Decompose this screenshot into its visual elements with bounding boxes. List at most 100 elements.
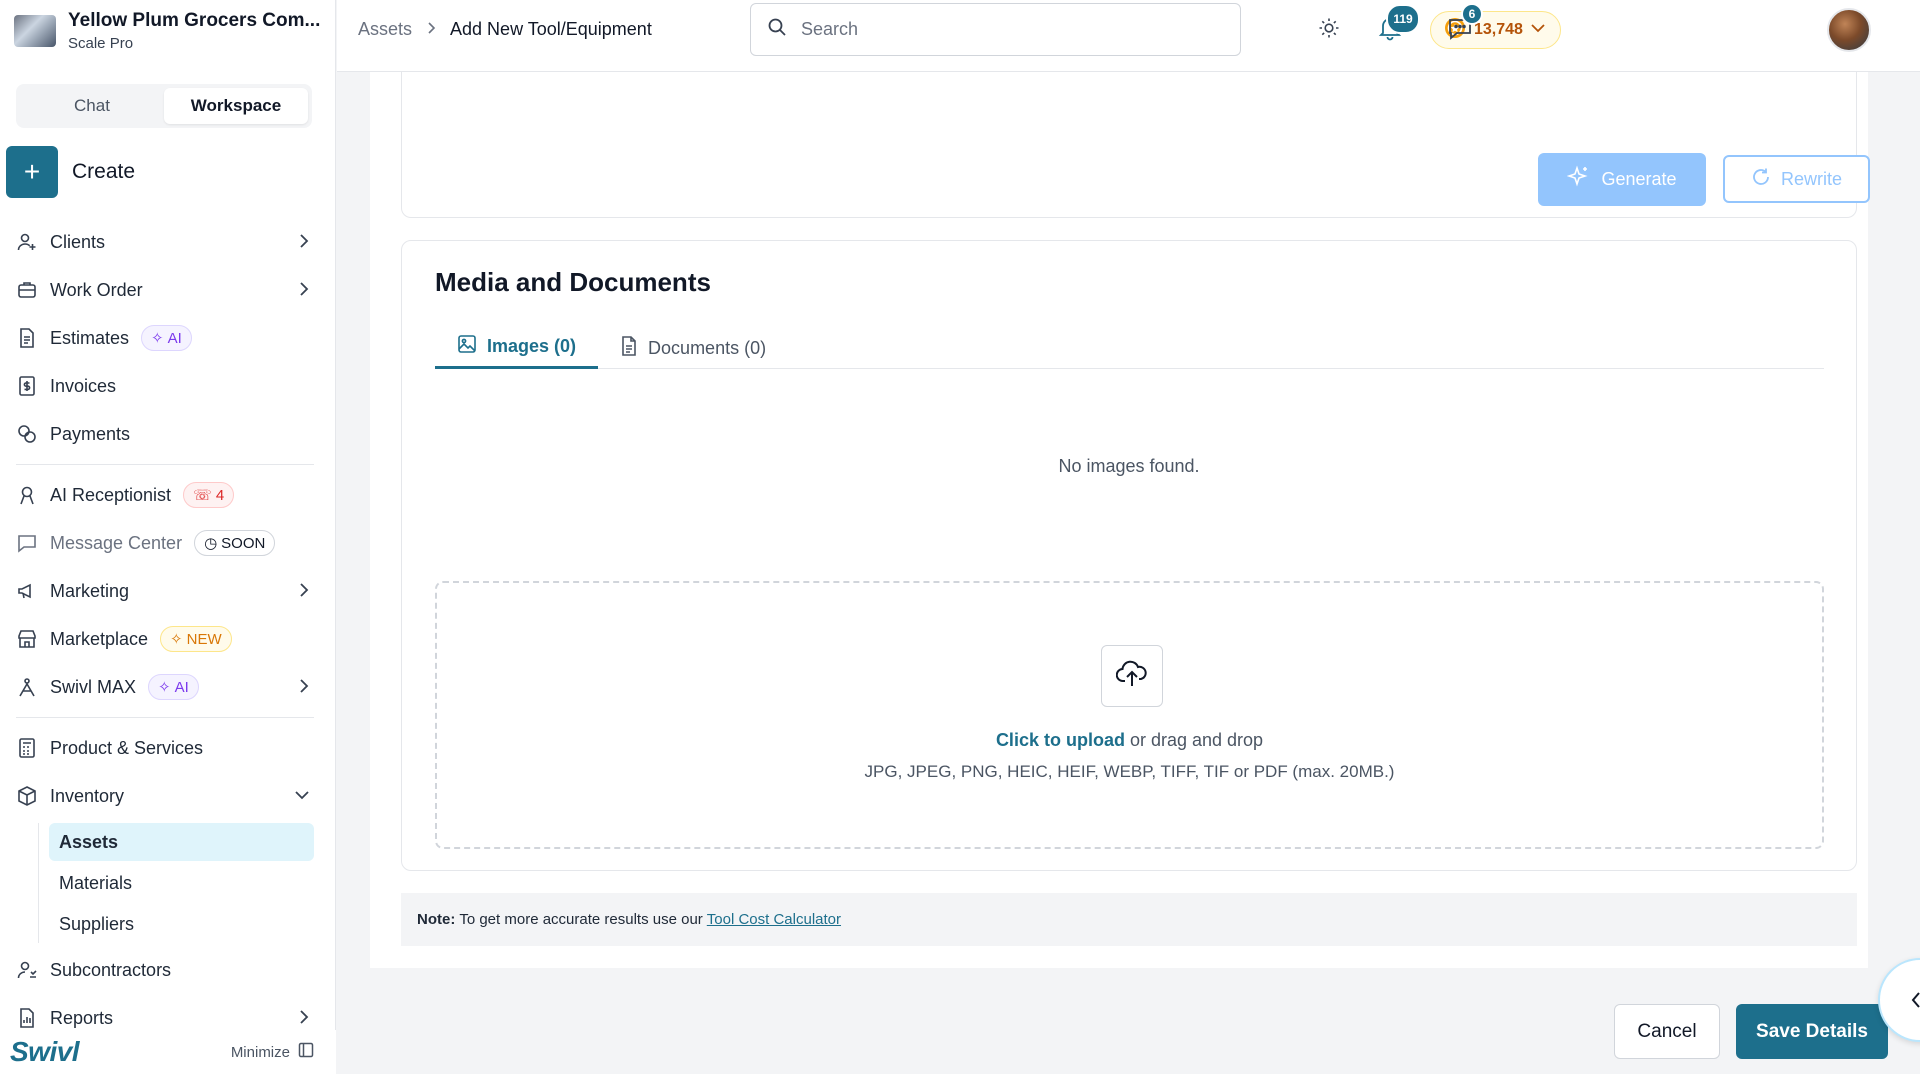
breadcrumb-parent[interactable]: Assets (358, 19, 412, 40)
breadcrumb-current: Add New Tool/Equipment (450, 19, 652, 39)
upload-hint: or drag and drop (1124, 730, 1264, 750)
divider (16, 717, 314, 718)
sidebar-item-payments[interactable]: Payments (16, 410, 314, 458)
org-logo (14, 15, 56, 47)
sidebar-item-label: AI Receptionist (50, 484, 172, 505)
notifications-count-badge: 119 (1386, 4, 1420, 34)
sidebar-item-invoices[interactable]: Invoices (16, 362, 314, 410)
tool-cost-calculator-link[interactable]: Tool Cost Calculator (707, 911, 841, 928)
upload-button[interactable] (1101, 645, 1163, 707)
sidebar-item-ai-receptionist[interactable]: AI Receptionist ☏ 4 (16, 471, 314, 519)
chevron-right-icon (298, 280, 310, 303)
sun-icon (1318, 17, 1340, 44)
upload-dropzone[interactable]: Click to upload or drag and drop JPG, JP… (435, 581, 1824, 849)
sidebar-item-work-order[interactable]: Work Order (16, 266, 314, 314)
ai-badge: ✧ AI (141, 325, 192, 351)
search-icon (767, 17, 787, 42)
tab-documents[interactable]: Documents (0) (598, 327, 788, 369)
sidebar-nav: Clients Work Order Estimates ✧ AI Invoice… (16, 218, 314, 1042)
sidebar-item-inventory[interactable]: Inventory (16, 772, 314, 820)
sidebar-item-marketing[interactable]: Marketing (16, 567, 314, 615)
empty-state-text: No images found. (1058, 456, 1200, 476)
upload-instructions: Click to upload or drag and drop (437, 730, 1822, 751)
search-input[interactable] (801, 19, 1201, 40)
tab-label: Documents (0) (648, 337, 767, 358)
phone-icon: ☏ (193, 487, 212, 504)
messages-count-badge: 6 (1461, 3, 1483, 25)
sidebar-item-label: Clients (50, 231, 106, 252)
note-text: To get more accurate results use our (459, 911, 703, 928)
click-to-upload-link[interactable]: Click to upload (996, 730, 1125, 750)
sidebar-item-product-services[interactable]: Product & Services (16, 724, 314, 772)
coins-icon (16, 423, 38, 445)
credits-value: 13,748 (1474, 21, 1523, 38)
briefcase-icon (16, 279, 38, 301)
sidebar: Yellow Plum Grocers Com... Scale Pro Cha… (0, 0, 336, 1074)
chevron-right-icon (298, 232, 310, 255)
badge-label: AI (167, 329, 182, 347)
sidebar-item-label: Marketplace (50, 628, 149, 649)
plus-icon: + (6, 146, 58, 198)
box-icon (16, 785, 38, 807)
theme-toggle-button[interactable] (1313, 14, 1345, 46)
sidebar-item-marketplace[interactable]: Marketplace ✧ NEW (16, 615, 314, 663)
cancel-button[interactable]: Cancel (1614, 1004, 1720, 1059)
section-title: Media and Documents (435, 267, 711, 297)
save-details-button[interactable]: Save Details (1736, 1004, 1888, 1059)
chevron-right-icon (426, 19, 436, 40)
sidebar-item-label: Swivl MAX (50, 676, 137, 697)
chevron-right-icon (298, 581, 310, 604)
sidebar-item-label: Inventory (50, 785, 125, 806)
sidebar-toggle-icon (298, 1042, 314, 1062)
store-icon (16, 628, 38, 650)
subcontractor-icon (16, 959, 38, 981)
new-badge: ✧ NEW (160, 626, 232, 652)
minimize-button[interactable]: Minimize (231, 1042, 314, 1062)
media-tabs: Images (0) Documents (0) (435, 327, 1824, 369)
org-switcher[interactable]: Yellow Plum Grocers Com... Scale Pro (14, 10, 320, 52)
sidebar-item-swivl-max[interactable]: Swivl MAX ✧ AI (16, 663, 314, 711)
sidebar-item-label: Product & Services (50, 737, 204, 758)
rewrite-label: Rewrite (1780, 168, 1842, 189)
sidebar-item-label: Subcontractors (50, 959, 172, 980)
sidebar-item-subcontractors[interactable]: Subcontractors (16, 946, 314, 994)
create-button[interactable]: + Create (6, 146, 135, 198)
inventory-submenu: Assets Materials Suppliers (38, 823, 314, 943)
user-avatar[interactable] (1827, 8, 1871, 52)
breadcrumb: Assets Add New Tool/Equipment (358, 19, 652, 40)
badge-label: AI (174, 678, 189, 696)
sidebar-item-clients[interactable]: Clients (16, 218, 314, 266)
report-icon (16, 1007, 38, 1029)
generate-label: Generate (1601, 169, 1677, 189)
chevron-down-icon (1530, 21, 1546, 39)
sidebar-item-label: Work Order (50, 279, 143, 300)
tab-images[interactable]: Images (0) (435, 327, 599, 369)
calculator-icon (16, 737, 38, 759)
soon-badge: ◷ SOON (194, 530, 276, 556)
sidebar-item-label: Message Center (50, 532, 183, 553)
sparkle-icon (1566, 165, 1591, 194)
sparkle-icon: ✧ (151, 330, 164, 347)
sidebar-item-suppliers[interactable]: Suppliers (49, 905, 314, 943)
chevron-down-icon (294, 786, 310, 809)
mode-workspace-tab[interactable]: Workspace (164, 88, 308, 124)
chevron-right-icon (298, 677, 310, 700)
mode-switch: Chat Workspace (16, 84, 312, 128)
sidebar-item-assets[interactable]: Assets (49, 823, 314, 861)
sidebar-item-label: Invoices (50, 375, 117, 396)
sidebar-item-estimates[interactable]: Estimates ✧ AI (16, 314, 314, 362)
sidebar-item-message-center[interactable]: Message Center ◷ SOON (16, 519, 314, 567)
badge-label: NEW (186, 630, 222, 648)
document-icon (16, 327, 38, 349)
mode-chat-tab[interactable]: Chat (20, 88, 164, 124)
sparkle-icon: ✧ (158, 679, 171, 696)
receptionist-icon (16, 484, 38, 506)
org-plan: Scale Pro (68, 35, 134, 52)
sidebar-item-label: Reports (50, 1007, 114, 1028)
rewrite-button[interactable]: Rewrite (1723, 155, 1870, 203)
sidebar-item-label: Marketing (50, 580, 130, 601)
sidebar-item-materials[interactable]: Materials (49, 864, 314, 902)
image-icon (457, 334, 477, 359)
generate-button[interactable]: Generate (1538, 153, 1706, 206)
minimize-label: Minimize (230, 1043, 290, 1061)
